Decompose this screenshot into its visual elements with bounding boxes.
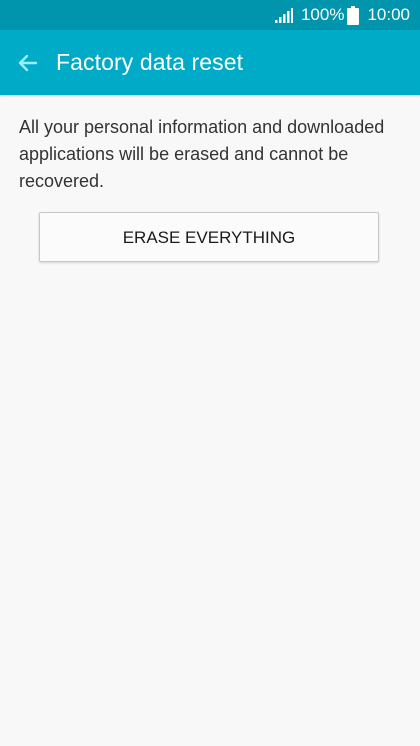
back-arrow-icon[interactable] [14, 49, 42, 77]
clock: 10:00 [367, 5, 410, 24]
battery-icon [347, 5, 360, 25]
app-bar: Factory data reset [0, 30, 420, 95]
signal-icon [274, 7, 293, 23]
status-indicators: 100% 10:00 [274, 0, 410, 30]
battery-percent: 100% [300, 5, 345, 24]
status-bar: 100% 10:00 [0, 0, 420, 30]
page-title: Factory data reset [56, 49, 244, 75]
erase-everything-button[interactable]: ERASE EVERYTHING [39, 212, 379, 262]
reset-description: All your personal information and downlo… [19, 117, 385, 191]
